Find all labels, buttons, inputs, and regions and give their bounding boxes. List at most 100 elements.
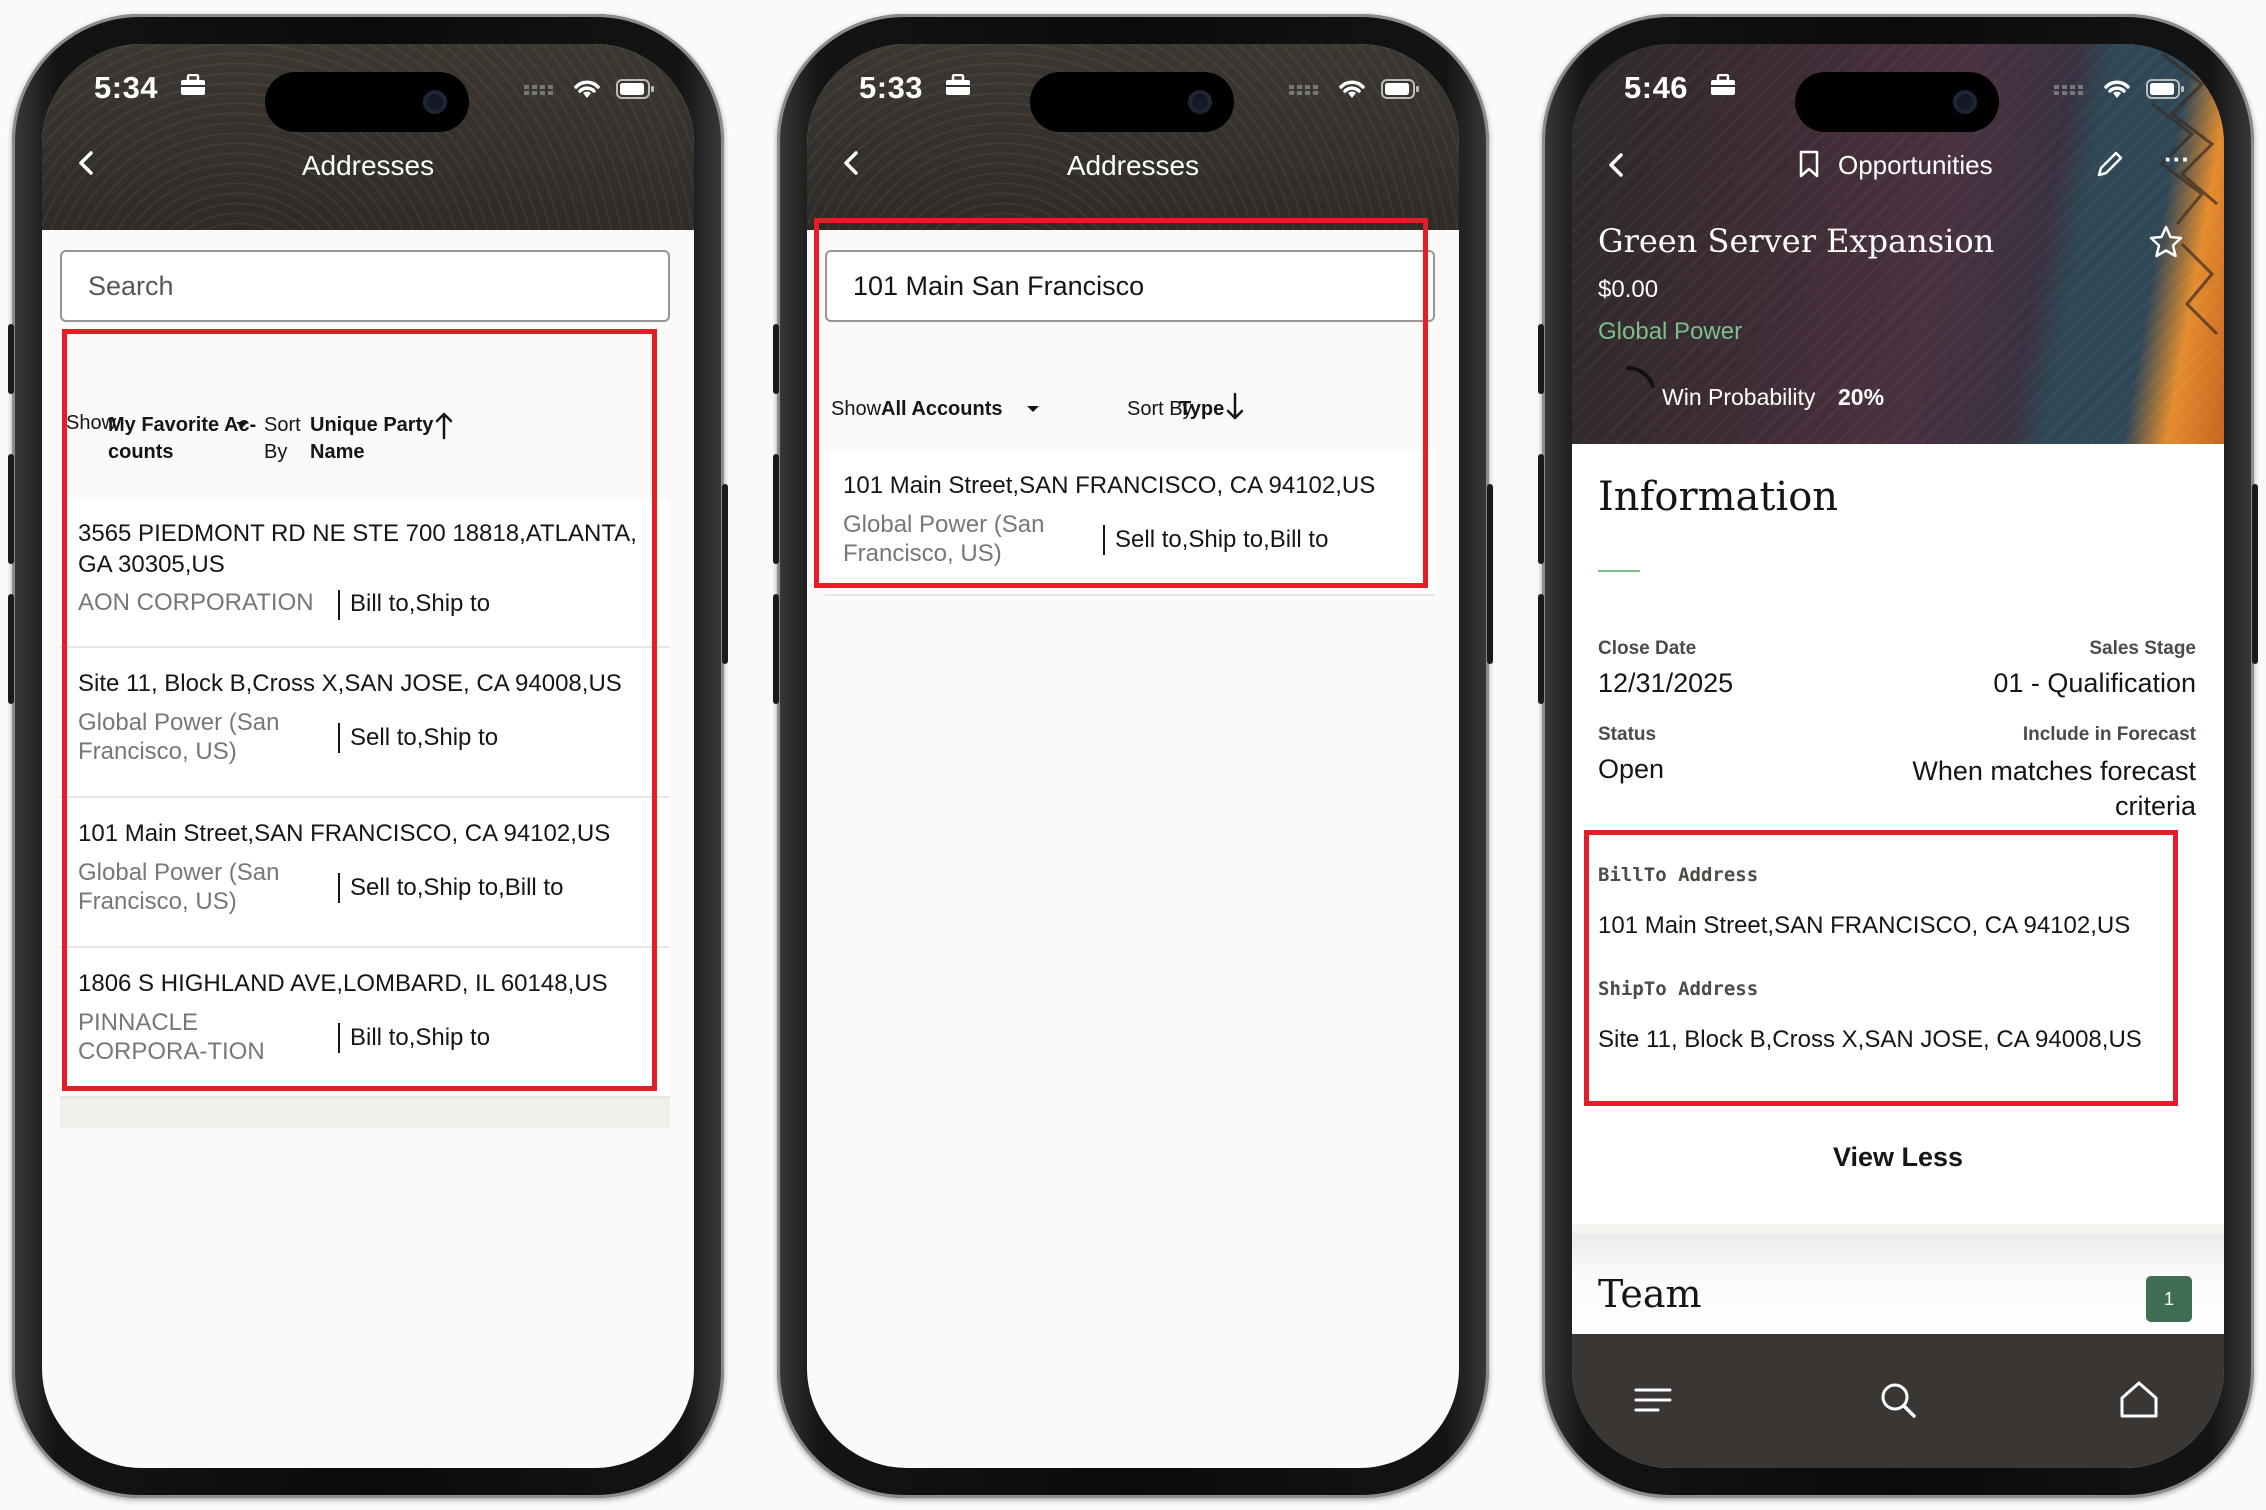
forecast-label: Include in Forecast [2022, 724, 2196, 745]
phone-screen-2: 5:33 Addresses 101 Main San Francisco Sh… [807, 44, 1459, 1468]
sort-by-dropdown[interactable]: Unique Party Name [310, 412, 433, 466]
phone-frame-2: 5:33 Addresses 101 Main San Francisco Sh… [773, 14, 1493, 1498]
sort-value-line1: Unique Party [310, 414, 434, 436]
back-icon[interactable] [1602, 150, 1632, 180]
close-date-label: Close Date [1598, 638, 1697, 659]
phone-frame-3: 5:46 Opportunities ··· Green Server Expa… [1538, 14, 2258, 1498]
forecast-value-line2: criteria [2114, 791, 2196, 821]
account-name: Global Power (San Francisco, US) [843, 511, 1045, 567]
show-filter-dropdown[interactable]: All Accounts [881, 398, 1003, 421]
wifi-icon [574, 80, 600, 98]
account-name: AON CORPORATION [78, 589, 314, 616]
menu-icon[interactable] [1634, 1384, 1672, 1416]
battery-icon [2146, 79, 2184, 99]
status-time: 5:33 [859, 70, 924, 105]
cellular-icon [2054, 85, 2083, 95]
team-count-badge: 1 [2146, 1276, 2192, 1322]
star-icon[interactable] [2148, 224, 2184, 260]
sort-arrow-icon[interactable] [434, 410, 454, 440]
list-item[interactable]: 3565 PIEDMONT RD NE STE 700 18818,ATLANT… [60, 498, 670, 648]
address-text: 3565 PIEDMONT RD NE STE 700 18818,ATLANT… [78, 520, 637, 578]
billto-label: BillTo Address [1598, 864, 1759, 886]
separator [338, 723, 340, 753]
app-header: 5:33 Addresses [807, 44, 1459, 230]
address-text: 1806 S HIGHLAND AVE,LOMBARD, IL 60148,US [78, 970, 608, 997]
edit-icon[interactable] [2094, 148, 2126, 180]
battery-icon [616, 79, 654, 99]
home-icon[interactable] [2118, 1378, 2160, 1420]
opportunity-amount: $0.00 [1598, 276, 1659, 303]
show-filter-value-line2: counts [108, 441, 174, 463]
address-purpose: Bill to,Ship to [350, 1024, 491, 1051]
address-purpose: Sell to,Ship to,Bill to [1115, 526, 1329, 553]
team-title: Team [1598, 1272, 1702, 1316]
status-label: Status [1598, 724, 1657, 745]
team-card[interactable]: Team 1 [1572, 1234, 2224, 1334]
sort-arrow-icon[interactable] [1225, 392, 1245, 422]
win-probability-value: 20% [1838, 384, 1885, 410]
list-item[interactable]: 101 Main Street,SAN FRANCISCO, CA 94102,… [825, 450, 1435, 596]
wifi-icon [2104, 80, 2130, 98]
phone-screen-3: 5:46 Opportunities ··· Green Server Expa… [1572, 44, 2224, 1468]
header-title: Opportunities [1838, 150, 1993, 180]
status-value: Open [1598, 754, 1665, 784]
briefcase-icon [946, 74, 970, 95]
shipto-value: Site 11, Block B,Cross X,SAN JOSE, CA 94… [1598, 1026, 2142, 1053]
page-title: Addresses [301, 150, 435, 181]
cellular-icon [524, 85, 553, 95]
list-item[interactable]: 101 Main Street,SAN FRANCISCO, CA 94102,… [60, 798, 670, 948]
section-divider [1598, 570, 1640, 572]
search-input[interactable]: 101 Main San Francisco [825, 250, 1435, 322]
sort-by-dropdown[interactable]: Type [1179, 398, 1224, 421]
list-item[interactable]: 1806 S HIGHLAND AVE,LOMBARD, IL 60148,US… [60, 948, 670, 1098]
dropdown-caret-icon[interactable] [1025, 404, 1041, 414]
page-title: Addresses [1066, 150, 1200, 181]
bookmark-icon[interactable] [1798, 150, 1820, 178]
account-name: Global Power (San Francisco, US) [78, 709, 280, 765]
sales-stage-value: 01 - Qualification [1993, 668, 2196, 698]
opportunity-name: Green Server Expansion [1598, 222, 1995, 260]
address-text: Site 11, Block B,Cross X,SAN JOSE, CA 94… [78, 670, 622, 697]
search-icon[interactable] [1878, 1380, 1918, 1420]
billto-value: 101 Main Street,SAN FRANCISCO, CA 94102,… [1598, 912, 2131, 939]
section-title: Information [1598, 474, 1839, 520]
information-card [1572, 444, 2224, 1224]
sort-value-line2: Name [310, 441, 365, 463]
win-probability-label: Win Probability [1662, 384, 1816, 410]
briefcase-icon [1711, 74, 1735, 95]
close-date-value: 12/31/2025 [1598, 668, 1734, 698]
search-input[interactable]: Search [60, 250, 670, 322]
app-header: 5:34 Addresses [42, 44, 694, 230]
forecast-value-line1: When matches forecast [1912, 756, 2196, 786]
filter-bar: Show All Accounts Sort By Type [825, 364, 1435, 454]
separator [338, 873, 340, 903]
dropdown-caret-icon[interactable] [234, 420, 250, 430]
forecast-value: When matches forecast criteria [1912, 754, 2196, 824]
list-footer-spacer [60, 1098, 670, 1128]
address-purpose: Sell to,Ship to [350, 724, 499, 751]
more-icon[interactable]: ··· [2164, 144, 2190, 175]
sort-label: Sort By [264, 412, 301, 466]
opportunity-account[interactable]: Global Power [1598, 318, 1742, 346]
address-purpose: Sell to,Ship to,Bill to [350, 874, 564, 901]
briefcase-icon [181, 74, 205, 95]
view-less-button[interactable]: View Less [1572, 1142, 2224, 1173]
account-name: Global Power (San Francisco, US) [78, 859, 280, 915]
separator [1103, 525, 1105, 555]
list-item[interactable]: Site 11, Block B,Cross X,SAN JOSE, CA 94… [60, 648, 670, 798]
sales-stage-label: Sales Stage [2089, 638, 2196, 659]
sort-label-line2: By [264, 441, 288, 463]
phone-screen-1: 5:34 Addresses Search Show My Favorite A… [42, 44, 694, 1468]
status-time: 5:34 [94, 70, 159, 105]
address-text: 101 Main Street,SAN FRANCISCO, CA 94102,… [843, 472, 1376, 499]
sort-label-line1: Sort [264, 414, 301, 436]
separator [338, 590, 340, 620]
dynamic-island [1030, 72, 1234, 132]
separator [338, 1023, 340, 1053]
shipto-label: ShipTo Address [1598, 978, 1759, 1000]
address-text: 101 Main Street,SAN FRANCISCO, CA 94102,… [78, 820, 611, 847]
address-purpose: Bill to,Ship to [350, 590, 491, 617]
filter-bar: Show My Favorite Ac- counts Sort By Uniq… [60, 388, 670, 498]
phone-frame-1: 5:34 Addresses Search Show My Favorite A… [8, 14, 728, 1498]
status-time: 5:46 [1624, 70, 1689, 105]
